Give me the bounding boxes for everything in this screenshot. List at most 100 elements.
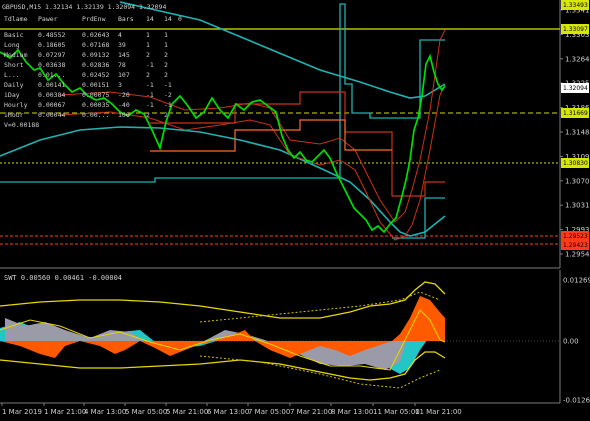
table-cell: 0.07297 [38, 51, 65, 59]
table-cell: Hourly [4, 101, 28, 109]
table-cell: 0.00067 [38, 101, 65, 109]
price-tag-label: 1.29523 [563, 233, 588, 240]
oscillator-header: SWT 0.00560 0.00461 -0.00004 [4, 274, 122, 282]
table-cell: 145 [118, 51, 130, 59]
table-cell: 0.03638 [38, 61, 65, 69]
price-tick-label: 1.30700 [565, 177, 590, 185]
time-tick-label: 4 Mar 13:00 [84, 408, 126, 416]
table-header-cell: 14 [146, 15, 154, 23]
price-tick-label: 1.30310 [565, 202, 590, 210]
table-cell: 2 [164, 61, 168, 69]
price-tag: 1.32094 [561, 83, 589, 93]
time-tick-label: 11 Mar 21:00 [415, 408, 462, 416]
time-tick-label: 8 Mar 13:00 [331, 408, 373, 416]
table-cell: 2 [146, 51, 150, 59]
table-cell: 0.09132 [82, 51, 109, 59]
table-cell: 0.02643 [82, 31, 109, 39]
table-header-cell: Bars [118, 15, 134, 23]
time-tick-label: 7 Mar 05:00 [248, 408, 290, 416]
table-cell: 2 [146, 71, 150, 79]
table-cell: 107 [118, 71, 130, 79]
table-cell: -1 [146, 61, 154, 69]
table-cell: 0.00151 [82, 81, 109, 89]
table-cell: -40 [118, 101, 130, 109]
table-cell: -1 [146, 101, 154, 109]
table-cell: -1 [146, 81, 154, 89]
price-pane[interactable]: GBPUSD,M15 1.32134 1.32139 1.32094 1.320… [0, 0, 590, 269]
table-cell: 0.18605 [38, 41, 65, 49]
table-cell: 0.02452 [82, 71, 109, 79]
table-cell: 2 [164, 51, 168, 59]
table-cell: 0.48552 [38, 31, 65, 39]
table-cell: Basic [4, 31, 24, 39]
table-cell: 0.07168 [82, 41, 109, 49]
table-cell: Short [4, 61, 24, 69]
table-cell: 1 [164, 31, 168, 39]
price-tag-label: 1.30830 [563, 160, 588, 167]
table-header-cell: PrdEnw [82, 15, 106, 23]
table-cell: 39 [118, 41, 126, 49]
price-tag: 1.31669 [561, 108, 589, 118]
oscillator-tick-label: 0.01269 [563, 277, 590, 285]
price-tag: 1.29523 [561, 231, 589, 241]
table-cell: 0.00384 [38, 91, 65, 99]
table-cell: -2 [164, 91, 172, 99]
oscillator-pane[interactable]: SWT 0.00560 0.00461 -0.00004 0.01269 0.00… [0, 270, 590, 405]
table-cell: iDay [4, 91, 20, 99]
price-tag-label: 1.33097 [563, 26, 588, 33]
table-footer: V=0.00188 [4, 121, 39, 129]
time-tick-label: 1 Mar 21:00 [44, 408, 86, 416]
price-tag: 1.30830 [561, 158, 589, 168]
price-tag: 1.29423 [561, 240, 589, 250]
table-cell: 0.00141 [38, 81, 65, 89]
table-header-cell: 0 [178, 15, 182, 23]
price-tag: 1.33493 [561, 0, 589, 10]
price-tick-label: 1.29540 [565, 251, 590, 259]
table-cell: -1 [164, 101, 172, 109]
symbol-line: GBPUSD,M15 1.32134 1.32139 1.32094 1.320… [2, 3, 166, 11]
table-cell: 78 [118, 61, 126, 69]
table-cell: 3 [118, 81, 122, 89]
table-cell: 2 [146, 111, 150, 119]
time-tick-label: 6 Mar 13:00 [207, 408, 249, 416]
table-header-cell: Tdlame [4, 15, 28, 23]
oscillator-tick-label: -0.01269 [563, 397, 590, 405]
table-cell: 1 [146, 31, 150, 39]
table-cell: 0.00044 [38, 111, 65, 119]
price-tag-label: 1.33493 [563, 2, 588, 9]
time-tick-label: 11 Mar 05:00 [373, 408, 420, 416]
table-cell: 1 [164, 41, 168, 49]
price-tick-label: 1.31480 [565, 129, 590, 137]
table-cell: iHour [4, 111, 24, 119]
price-tag-label: 1.29423 [563, 242, 588, 249]
oscillator-tick-label: 0.00 [563, 338, 579, 346]
table-header-cell: Pawer [38, 15, 58, 23]
table-cell: -1 [146, 91, 154, 99]
time-tick-label: 1 Mar 2019 [2, 408, 42, 416]
time-tick-label: 5 Mar 21:00 [166, 408, 208, 416]
table-cell: 1 [146, 41, 150, 49]
table-cell: Daily [4, 81, 24, 89]
table-cell: 0.00075 [82, 91, 109, 99]
price-tick-label: 1.32640 [565, 55, 590, 63]
table-header-cell: 14 [164, 15, 172, 23]
time-tick-label: 5 Mar 05:00 [125, 408, 167, 416]
table-cell: 0.00035 [82, 101, 109, 109]
table-cell: Long [4, 41, 20, 49]
table-cell: 2 [164, 71, 168, 79]
table-cell: 100 [118, 111, 130, 119]
price-tag-label: 1.32094 [563, 85, 588, 92]
table-cell: -1 [164, 81, 172, 89]
table-cell: Medium [4, 51, 28, 59]
table-cell: 0.01... [38, 71, 65, 79]
table-cell: -20 [118, 91, 130, 99]
time-tick-label: 7 Mar 21:00 [290, 408, 332, 416]
table-cell: 2 [164, 111, 168, 119]
chart-window[interactable]: GBPUSD,M15 1.32134 1.32139 1.32094 1.320… [0, 0, 590, 421]
price-tag: 1.33097 [561, 24, 589, 34]
table-cell: 0.00... [82, 111, 109, 119]
table-cell: 4 [118, 31, 122, 39]
price-tag-label: 1.31669 [563, 110, 588, 117]
table-cell: L... [4, 71, 20, 79]
table-cell: 0.02836 [82, 61, 109, 69]
